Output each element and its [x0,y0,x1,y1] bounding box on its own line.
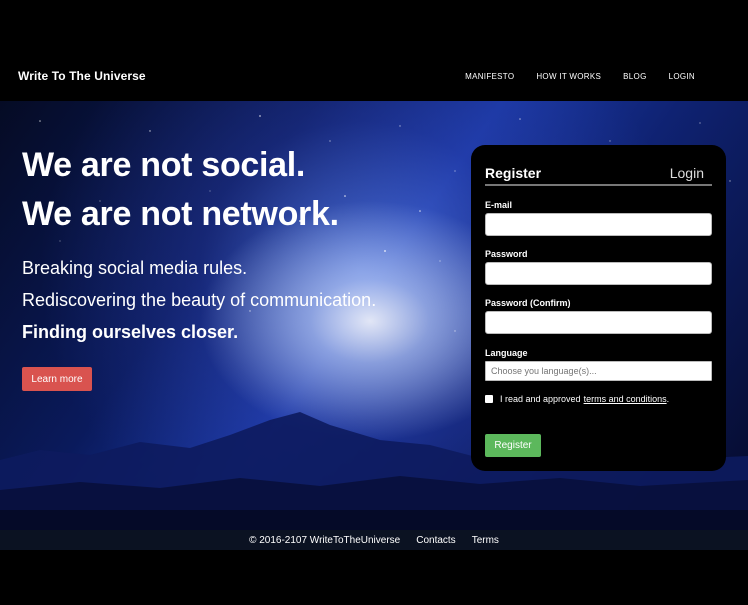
hero-headline-2: We are not network. [22,195,339,233]
tab-login[interactable]: Login [670,165,704,181]
language-label: Language [485,348,528,358]
terms-suffix: . [666,394,670,404]
register-panel: Register Login E-mail Password Password … [471,145,726,471]
password-confirm-label: Password (Confirm) [485,298,571,308]
terms-row: I read and approved terms and conditions… [485,394,669,404]
hero-tagline-1: Breaking social media rules. [22,258,248,278]
register-button[interactable]: Register [485,434,541,457]
nav-blog-link[interactable]: BLOG [623,72,646,81]
learn-more-button[interactable]: Learn more [22,367,92,391]
tab-divider [485,184,712,186]
hero-tagline-3: Finding ourselves closer. [22,322,239,342]
terms-checkbox[interactable] [485,395,493,403]
footer: © 2016-2107 WriteToTheUniverse Contacts … [0,530,748,550]
terms-link[interactable]: terms and conditions [584,394,667,404]
password-confirm-field[interactable] [485,311,712,334]
language-select[interactable] [485,361,712,381]
hero-tagline-2: Rediscovering the beauty of communicatio… [22,290,377,310]
nav-links: MANIFESTO HOW IT WORKS BLOG LOGIN [443,72,695,81]
password-field[interactable] [485,262,712,285]
footer-contacts-link[interactable]: Contacts [416,535,455,546]
nav-manifesto-link[interactable]: MANIFESTO [465,72,514,81]
panel-tabs: Register Login [485,159,712,181]
hero-headline-1: We are not social. [22,146,306,184]
password-label: Password [485,249,528,259]
email-label: E-mail [485,200,513,210]
terms-text: I read and approved [500,394,581,404]
email-field[interactable] [485,213,712,236]
nav-how-it-works-link[interactable]: HOW IT WORKS [536,72,601,81]
tab-register[interactable]: Register [485,165,541,181]
footer-copyright: © 2016-2107 WriteToTheUniverse [249,534,401,546]
nav-login-link[interactable]: LOGIN [669,72,695,81]
brand-logo[interactable]: Write To The Universe [18,69,146,83]
footer-terms-link[interactable]: Terms [472,535,499,546]
top-navbar: Write To The Universe MANIFESTO HOW IT W… [0,51,748,101]
